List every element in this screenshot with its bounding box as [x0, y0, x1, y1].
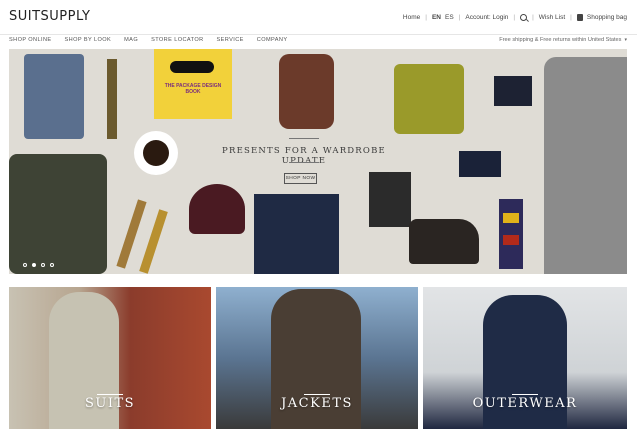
nav-item-service[interactable]: SERVICE — [217, 37, 244, 43]
tile-outerwear[interactable]: OUTERWEAR — [423, 287, 627, 429]
tie-image — [107, 59, 117, 139]
sunglasses-icon — [170, 61, 214, 73]
boot-image — [409, 219, 479, 264]
tile-suits[interactable]: SUITS — [9, 287, 211, 429]
nav-item-store-locator[interactable]: STORE LOCATOR — [151, 37, 203, 43]
title-rule-bottom — [289, 162, 319, 163]
jeans-image — [254, 194, 339, 274]
tile-label-jackets: JACKETS — [281, 396, 353, 411]
language-en[interactable]: EN — [432, 14, 441, 21]
clutch-image — [459, 151, 501, 177]
home-link[interactable]: Home — [403, 14, 420, 21]
tile-rule — [97, 394, 123, 395]
coffee-cup-image — [134, 131, 178, 175]
book-image: THE PACKAGE DESIGN BOOK — [154, 49, 232, 119]
nav-item-company[interactable]: COMPANY — [257, 37, 288, 43]
logo[interactable]: SUITSUPPLY — [9, 9, 90, 24]
carousel-dot[interactable] — [23, 263, 27, 267]
carousel-dot-active[interactable] — [32, 263, 36, 267]
nav-item-shop-online[interactable]: SHOP ONLINE — [9, 37, 52, 43]
wallet-image — [494, 76, 532, 106]
header: SUITSUPPLY Home | EN ES | Account: Login… — [0, 0, 637, 34]
hero-title: PRESENTS FOR A WARDROBE UPDATE — [222, 146, 386, 166]
hero-banner[interactable]: THE PACKAGE DESIGN BOOK PRESENTS FOR A W… — [9, 49, 627, 274]
chevron-down-icon: ▾ — [624, 37, 627, 43]
nav-menu: SHOP ONLINE SHOP BY LOOK MAG STORE LOCAT… — [9, 37, 300, 43]
carousel-dots — [23, 263, 59, 267]
separator: | — [570, 14, 572, 21]
book-title: THE PACKAGE DESIGN BOOK — [164, 83, 222, 95]
shopping-bag-icon[interactable] — [576, 14, 583, 21]
tile-rule — [512, 394, 538, 395]
tile-rule — [304, 394, 330, 395]
bag-image — [9, 154, 107, 274]
search-icon[interactable] — [520, 14, 528, 21]
tile-label-suits: SUITS — [84, 396, 136, 411]
scarf-image — [279, 54, 334, 129]
nav-item-mag[interactable]: MAG — [124, 37, 138, 43]
beanie-image — [189, 184, 245, 234]
top-links: Home | EN ES | Account: Login | | Wish L… — [403, 14, 627, 21]
separator: | — [458, 14, 461, 21]
language-es[interactable]: ES — [445, 14, 454, 21]
shipping-selector[interactable]: Free shipping & Free returns within Unit… — [499, 37, 627, 43]
account-link[interactable]: Account: Login — [465, 14, 508, 21]
separator: | — [513, 14, 516, 21]
title-rule-top — [289, 138, 319, 139]
accessory-image — [139, 209, 168, 274]
shirt-image — [24, 54, 84, 139]
shopping-bag-link[interactable]: Shopping bag — [587, 14, 627, 21]
separator: | — [532, 14, 534, 21]
nav-item-shop-by-look[interactable]: SHOP BY LOOK — [65, 37, 112, 43]
shipping-text: Free shipping & Free returns within Unit… — [499, 37, 622, 43]
tile-label-outerwear: OUTERWEAR — [472, 396, 578, 411]
carousel-dot[interactable] — [50, 263, 54, 267]
carousel-dot[interactable] — [41, 263, 45, 267]
shop-now-button[interactable]: SHOP NOW — [284, 173, 317, 184]
separator: | — [425, 14, 427, 21]
sweater-image — [394, 64, 464, 134]
blazer-image — [544, 57, 627, 274]
camera-image — [369, 172, 411, 227]
wishlist-link[interactable]: Wish List — [539, 14, 565, 21]
main-nav: SHOP ONLINE SHOP BY LOOK MAG STORE LOCAT… — [0, 34, 637, 47]
socks-image — [499, 199, 523, 269]
tile-jackets[interactable]: JACKETS — [216, 287, 418, 429]
